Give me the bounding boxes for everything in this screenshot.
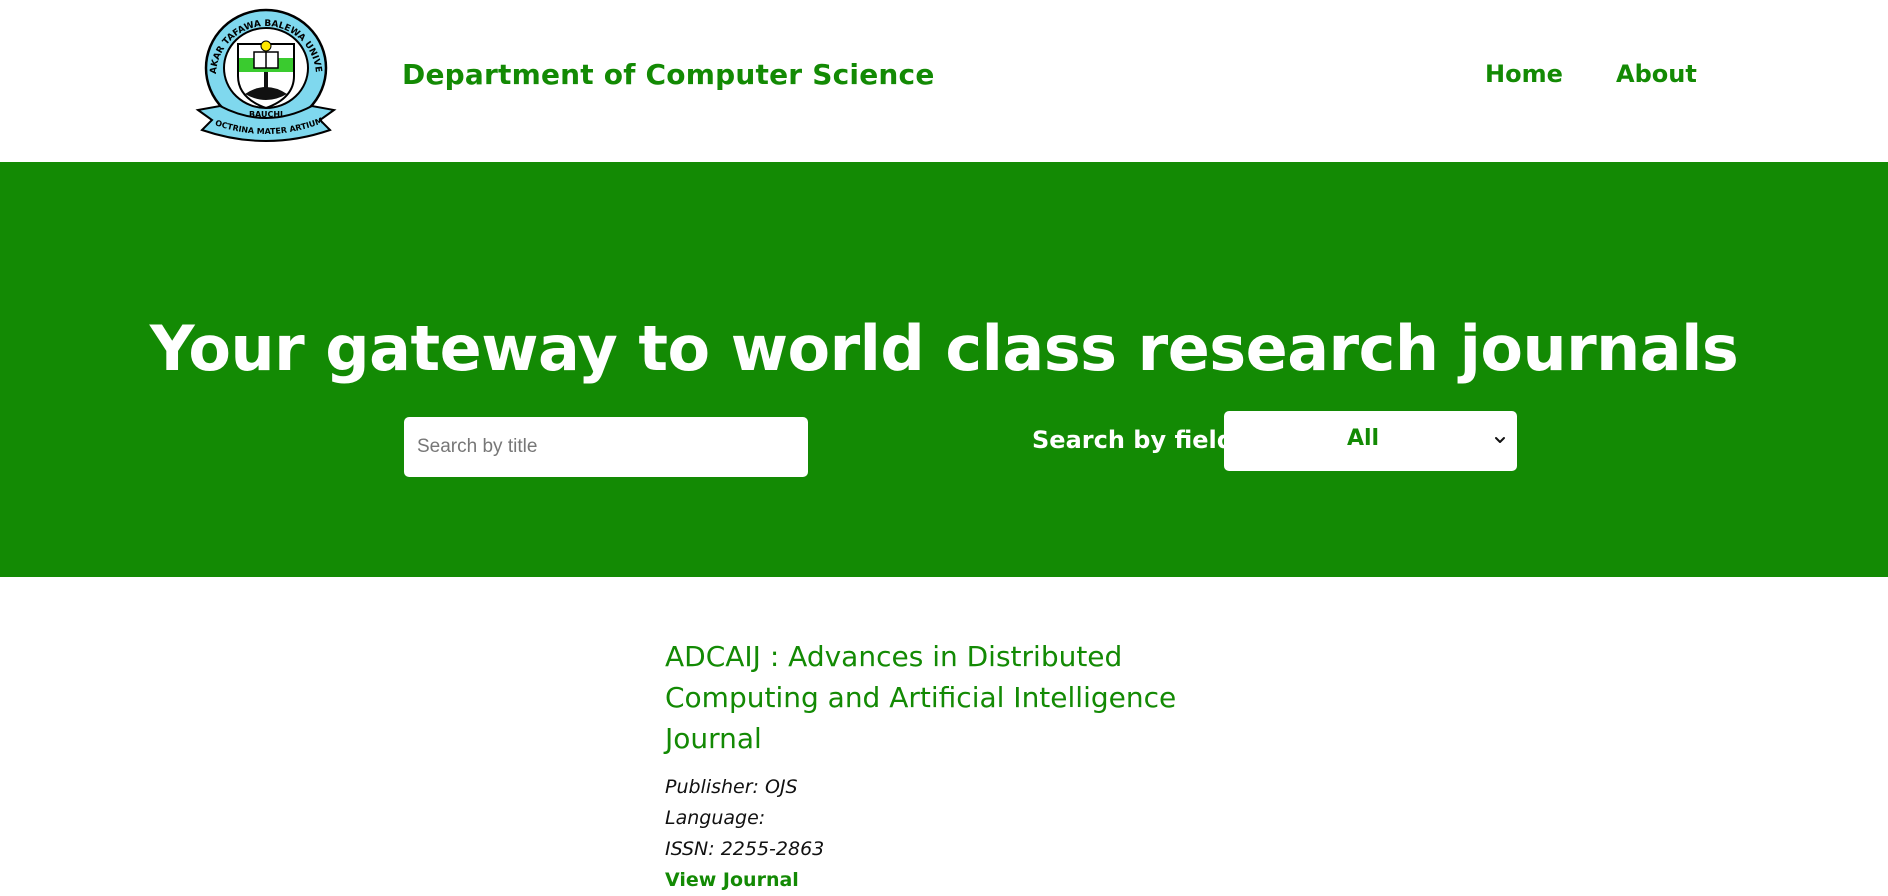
nav-home-link[interactable]: Home — [1485, 60, 1563, 88]
svg-text:BAUCHI: BAUCHI — [249, 110, 283, 119]
site-header: ABUBAKAR TAFAWA BALEWA UNIVERSITY BAUCHI… — [0, 0, 1888, 162]
journal-language: Language: — [665, 807, 766, 829]
journal-title: ADCAIJ : Advances in Distributed Computi… — [665, 640, 1177, 755]
department-title: Department of Computer Science — [402, 58, 935, 91]
university-crest-icon: ABUBAKAR TAFAWA BALEWA UNIVERSITY BAUCHI… — [186, 0, 337, 142]
field-select-dropdown[interactable]: All — [1224, 411, 1517, 471]
university-logo[interactable]: ABUBAKAR TAFAWA BALEWA UNIVERSITY BAUCHI… — [186, 0, 342, 144]
search-field-label: Search by field: — [1032, 426, 1244, 454]
nav-about-link[interactable]: About — [1616, 60, 1697, 88]
chevron-down-icon — [1495, 437, 1505, 443]
search-title-input[interactable] — [404, 417, 808, 477]
journal-issn: ISSN: 2255-2863 — [665, 838, 825, 860]
hero-title: Your gateway to world class research jou… — [149, 311, 1739, 385]
view-journal-link[interactable]: View Journal — [665, 865, 1225, 896]
hero-banner: Your gateway to world class research jou… — [0, 162, 1888, 577]
field-select-value: All — [1346, 426, 1380, 451]
journal-publisher: Publisher: OJS — [665, 776, 798, 798]
journal-card: ADCAIJ : Advances in Distributed Computi… — [665, 636, 1225, 896]
